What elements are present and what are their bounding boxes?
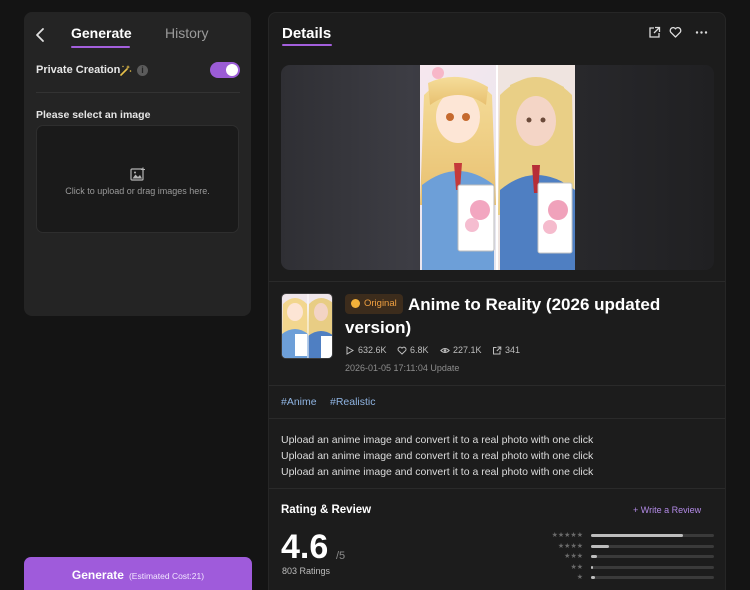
generate-button[interactable]: Generate (Estimated Cost:21) — [24, 557, 252, 590]
star-icons: ★★★★★ — [551, 532, 583, 539]
tag-realistic[interactable]: #Realistic — [330, 396, 376, 408]
rating-title: Rating & Review — [281, 504, 372, 516]
divider — [269, 488, 725, 489]
tab-history[interactable]: History — [165, 25, 209, 41]
description-line: Upload an anime image and convert it to … — [281, 434, 594, 446]
like-count-value: 6.8K — [410, 345, 429, 355]
share-count-value: 341 — [505, 345, 521, 355]
more-icon[interactable] — [695, 26, 708, 39]
info-icon[interactable]: i — [137, 65, 148, 76]
divider — [269, 281, 725, 282]
tag-anime[interactable]: #Anime — [281, 396, 317, 408]
image-upload-icon — [130, 167, 145, 181]
share-icon — [493, 346, 502, 355]
star-icons: ★★★ — [564, 553, 583, 560]
generate-panel: Generate History Private Creation i Plea… — [24, 12, 251, 316]
rating-bar-track — [591, 555, 714, 558]
work-thumbnail — [281, 293, 333, 359]
divider — [36, 92, 240, 93]
upload-hint: Click to upload or drag images here. — [65, 186, 210, 196]
rating-row-5-star: ★★★★★ — [269, 531, 725, 539]
description-line: Upload an anime image and convert it to … — [281, 450, 594, 462]
badge-label: Original — [364, 298, 397, 309]
rating-row-2-star: ★★ — [269, 563, 725, 571]
divider — [269, 385, 725, 386]
private-creation-toggle[interactable] — [210, 62, 240, 78]
panel-header: Generate History — [24, 12, 251, 56]
divider — [269, 418, 725, 419]
rating-row-4-star: ★★★★ — [269, 542, 725, 550]
rating-bar-fill — [591, 534, 684, 537]
external-link-icon[interactable] — [648, 26, 661, 39]
rating-bar-track — [591, 565, 714, 569]
estimated-cost: (Estimated Cost:21) — [128, 571, 205, 581]
preview-image-container — [281, 65, 714, 270]
description: Upload an anime image and convert it to … — [281, 432, 593, 480]
heart-icon — [397, 346, 407, 355]
description-line: Upload an anime image and convert it to … — [281, 466, 594, 478]
image-upload-dropzone[interactable]: Click to upload or drag images here. — [36, 125, 239, 233]
rating-bar-track — [591, 544, 714, 548]
generate-button-label: Generate — [71, 568, 124, 582]
rating-bar-fill — [591, 544, 610, 548]
star-icons: ★★★★ — [557, 542, 583, 550]
rating-bar-fill — [591, 565, 594, 569]
magic-wand-icon — [120, 65, 132, 76]
write-review-link[interactable]: + Write a Review — [633, 505, 701, 515]
rating-row-3-star: ★★★ — [269, 552, 725, 560]
heart-icon[interactable] — [669, 26, 682, 39]
star-icons: ★ — [576, 574, 583, 581]
details-title-underline — [282, 44, 332, 46]
rating-bar-track — [591, 576, 714, 579]
select-image-label: Please select an image — [36, 109, 151, 121]
tab-generate[interactable]: Generate — [71, 25, 132, 41]
medal-icon — [351, 299, 360, 308]
rating-bar-fill — [591, 555, 598, 558]
details-panel: Details Anime to Reality (2026 updated v… — [268, 12, 726, 590]
play-icon — [346, 346, 354, 355]
view-count-value: 227.1K — [453, 345, 482, 355]
details-title: Details — [282, 25, 332, 42]
rating-bar-track — [591, 534, 714, 537]
private-creation-label: Private Creation — [36, 64, 121, 76]
active-tab-indicator — [71, 46, 130, 48]
update-time: 2026-01-05 17:11:04 Update — [345, 363, 460, 373]
toggle-knob — [226, 64, 238, 76]
rating-bar-fill — [591, 576, 595, 579]
play-count-value: 632.6K — [358, 345, 387, 355]
eye-icon — [440, 348, 450, 353]
preview-image[interactable] — [420, 65, 575, 270]
rating-row-1-star: ★ — [269, 573, 725, 581]
original-badge: Original — [345, 294, 403, 314]
back-arrow-icon[interactable] — [32, 26, 50, 44]
star-icons: ★★ — [570, 563, 583, 571]
private-creation-row: Private Creation i — [36, 62, 240, 82]
